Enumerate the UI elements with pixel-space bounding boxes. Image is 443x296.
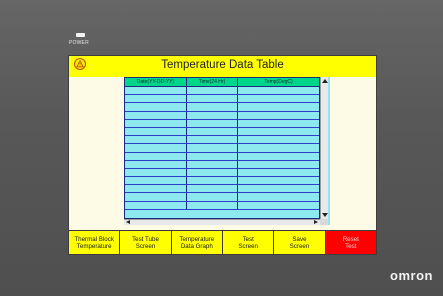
horizontal-scrollbar[interactable]	[124, 219, 320, 225]
table-cell	[238, 153, 319, 160]
table-body	[125, 87, 319, 210]
table-cell	[187, 168, 238, 177]
scroll-down-arrow-icon[interactable]	[322, 213, 328, 217]
column-header-temp: Temp(DegC)	[264, 79, 293, 85]
table-cell	[238, 177, 319, 184]
table-cell	[238, 144, 319, 151]
table-cell	[238, 95, 319, 102]
scroll-right-arrow-icon[interactable]	[314, 220, 318, 224]
table-cell	[187, 136, 238, 144]
reset-test-button[interactable]: Reset Test	[325, 231, 376, 254]
table-cell	[187, 185, 238, 193]
table-cell	[187, 201, 238, 209]
table-cell	[187, 152, 238, 160]
table-cell	[238, 185, 319, 192]
table-cell	[125, 193, 187, 201]
table-row[interactable]	[125, 152, 319, 161]
data-table: Date(YY-DD-YY) Time(24 Hr) Temp(DegC)	[124, 77, 320, 219]
table-row[interactable]	[125, 201, 319, 210]
table-row[interactable]	[125, 193, 319, 202]
table-cell	[125, 119, 187, 127]
column-header-date: Date(YY-DD-YY)	[125, 78, 187, 86]
table-cell	[187, 177, 238, 185]
table-cell	[187, 103, 238, 111]
table-cell	[238, 202, 319, 209]
table-row[interactable]	[125, 103, 319, 112]
temperature-data-graph-button[interactable]: Temperature Data Graph	[171, 231, 223, 254]
table-cell	[238, 120, 319, 127]
table-cell	[125, 136, 187, 144]
table-header: Date(YY-DD-YY) Time(24 Hr) Temp(DegC)	[125, 78, 319, 87]
table-cell	[125, 95, 187, 103]
table-cell	[125, 201, 187, 209]
table-row[interactable]	[125, 127, 319, 137]
table-cell	[187, 111, 238, 119]
table-row[interactable]	[125, 111, 319, 120]
table-cell	[238, 112, 319, 119]
table-row[interactable]	[125, 168, 319, 178]
table-cell	[187, 119, 238, 127]
brand-logo: omron	[390, 268, 433, 283]
hmi-screen: Temperature Data Table Date(YY-DD-YY) Ti…	[68, 55, 377, 255]
table-cell	[238, 169, 319, 176]
table-row[interactable]	[125, 144, 319, 153]
table-cell	[187, 95, 238, 103]
scroll-up-arrow-icon[interactable]	[322, 79, 328, 83]
table-cell	[125, 127, 187, 136]
title-bar: Temperature Data Table	[69, 56, 376, 77]
table-cell	[125, 111, 187, 119]
table-cell	[238, 136, 319, 143]
table-cell	[125, 168, 187, 177]
page-title: Temperature Data Table	[161, 59, 284, 71]
table-row[interactable]	[125, 136, 319, 145]
table-cell	[125, 177, 187, 185]
save-screen-button[interactable]: Save Screen	[274, 231, 326, 254]
table-cell	[238, 128, 319, 135]
table-row[interactable]	[125, 87, 319, 96]
table-cell	[125, 103, 187, 111]
table-cell	[125, 185, 187, 193]
test-screen-button[interactable]: Test Screen	[222, 231, 275, 254]
table-row[interactable]	[125, 177, 319, 186]
scroll-left-arrow-icon[interactable]	[126, 220, 130, 224]
table-cell	[187, 160, 238, 168]
table-cell	[238, 103, 319, 110]
data-table-panel: Date(YY-DD-YY) Time(24 Hr) Temp(DegC)	[124, 77, 330, 225]
table-cell	[238, 87, 319, 94]
table-cell	[187, 144, 238, 152]
power-led-indicator	[76, 33, 85, 37]
button-bar: Thermal Block Temperature Test Tube Scree…	[69, 230, 376, 254]
power-label: POWER	[69, 40, 89, 46]
thermal-block-temperature-button[interactable]: Thermal Block Temperature	[69, 231, 121, 254]
table-cell	[187, 193, 238, 201]
table-row[interactable]	[125, 119, 319, 128]
table-cell	[238, 193, 319, 200]
table-cell	[238, 161, 319, 168]
table-row[interactable]	[125, 185, 319, 194]
table-cell	[187, 127, 238, 136]
vertical-scrollbar[interactable]	[320, 77, 328, 219]
table-row[interactable]	[125, 160, 319, 169]
table-cell	[125, 87, 187, 95]
table-cell	[125, 160, 187, 168]
test-tube-screen-button[interactable]: Test Tube Screen	[120, 231, 172, 254]
column-header-time: Time(24 Hr)	[187, 78, 238, 86]
table-cell	[125, 144, 187, 152]
table-cell	[125, 152, 187, 160]
hmi-bezel: POWER omron Temperature Data Table Date(…	[0, 0, 443, 296]
table-cell	[187, 87, 238, 95]
table-row[interactable]	[125, 95, 319, 104]
scroll-corner	[320, 219, 328, 225]
